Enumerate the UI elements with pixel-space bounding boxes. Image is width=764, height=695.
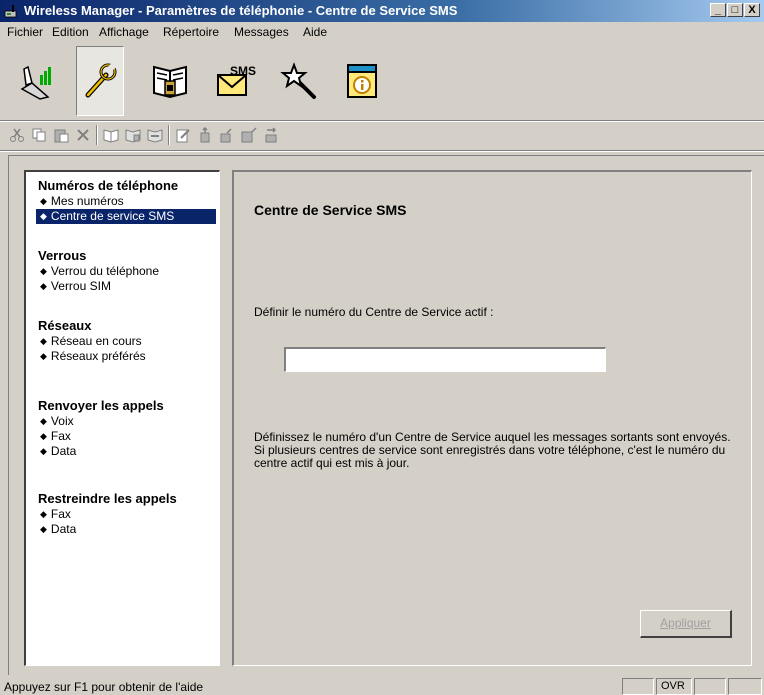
- magic-wand-icon: [280, 62, 316, 99]
- sim-upload-button[interactable]: [194, 124, 216, 146]
- bullet-icon: ◆: [40, 509, 47, 519]
- nav-item-renvoi-fax[interactable]: ◆ Fax: [38, 429, 164, 444]
- bullet-icon: ◆: [40, 416, 47, 426]
- paste-button[interactable]: [50, 124, 72, 146]
- phone-connect-button[interactable]: [14, 46, 62, 116]
- apply-button[interactable]: Appliquer: [640, 610, 732, 638]
- sim-download-button[interactable]: [216, 124, 238, 146]
- phonebook-icon: [153, 65, 187, 99]
- cut-icon: [10, 128, 24, 142]
- menu-fichier[interactable]: Fichier: [7, 25, 43, 39]
- maximize-button[interactable]: □: [727, 3, 743, 17]
- bullet-icon: ◆: [40, 336, 47, 346]
- bullet-icon: ◆: [40, 211, 47, 221]
- sms-center-number-input[interactable]: [284, 347, 606, 372]
- nav-item-renvoi-voix[interactable]: ◆ Voix: [38, 414, 164, 429]
- status-pane-blank: [622, 678, 654, 695]
- copy-button[interactable]: [28, 124, 50, 146]
- menu-aide[interactable]: Aide: [303, 25, 327, 39]
- delete-icon: [77, 129, 89, 141]
- edit-toolbar: [0, 122, 764, 148]
- nav-item-reseau-en-cours[interactable]: ◆ Réseau en cours: [38, 334, 146, 349]
- nav-item-mes-numeros[interactable]: ◆ Mes numéros: [38, 194, 216, 209]
- book-open-icon: [103, 129, 119, 143]
- menu-repertoire[interactable]: Répertoire: [163, 25, 219, 39]
- copy-icon: [32, 128, 46, 142]
- nav-section-verrous: Verrous ◆ Verrou du téléphone ◆ Verrou SIM: [38, 248, 159, 294]
- phonebook-copy-icon: [125, 129, 141, 143]
- phonebook-send-button[interactable]: [144, 124, 166, 146]
- bullet-icon: ◆: [40, 431, 47, 441]
- sms-envelope-icon: SMS: [217, 64, 256, 96]
- wireless-manager-app-icon[interactable]: [3, 3, 19, 19]
- nav-section-title: Restreindre les appels: [38, 491, 177, 506]
- nav-section-renvoyer: Renvoyer les appels ◆ Voix ◆ Fax ◆ Data: [38, 398, 164, 459]
- menu-affichage[interactable]: Affichage: [99, 25, 149, 39]
- nav-item-verrou-telephone[interactable]: ◆ Verrou du téléphone: [38, 264, 159, 279]
- nav-item-centre-service-sms[interactable]: ◆ Centre de service SMS: [36, 209, 216, 224]
- window-title: Wireless Manager - Paramètres de télépho…: [24, 3, 458, 18]
- nav-section-title: Numéros de téléphone: [38, 178, 179, 193]
- status-pane-blank: [728, 678, 762, 695]
- menu-bar: Fichier Edition Affichage Répertoire Mes…: [0, 22, 764, 42]
- nav-section-restreindre: Restreindre les appels ◆ Fax ◆ Data: [38, 491, 177, 537]
- phone-download-icon: [265, 127, 277, 143]
- sms-button[interactable]: SMS: [214, 46, 262, 116]
- sms-center-help-text: Définissez le numéro d'un Centre de Serv…: [254, 430, 731, 470]
- minimize-button[interactable]: _: [710, 3, 726, 17]
- status-pane-ovr: OVR: [656, 678, 692, 695]
- status-pane-blank: [694, 678, 726, 695]
- cut-button[interactable]: [6, 124, 28, 146]
- bullet-icon: ◆: [40, 281, 47, 291]
- main-toolbar: SMS: [0, 46, 764, 118]
- edit-icon: [176, 129, 190, 143]
- nav-section-title: Renvoyer les appels: [38, 398, 164, 413]
- sms-icon-label: SMS: [230, 64, 256, 78]
- phone-upload-button[interactable]: [238, 124, 260, 146]
- bullet-icon: ◆: [40, 524, 47, 534]
- nav-section-reseaux: Réseaux ◆ Réseau en cours ◆ Réseaux préfér…: [38, 318, 146, 364]
- bullet-icon: ◆: [40, 446, 47, 456]
- menu-edition[interactable]: Edition: [52, 25, 89, 39]
- phone-connect-icon: [20, 65, 51, 100]
- open-book-button[interactable]: [100, 124, 122, 146]
- nav-section-title: Verrous: [38, 248, 87, 263]
- nav-section-numeros: Numéros de téléphone ◆ Mes numéros ◆ Centr…: [36, 178, 216, 224]
- sim-upload-icon: [200, 127, 210, 143]
- phone-download-button[interactable]: [260, 124, 282, 146]
- bullet-icon: ◆: [40, 196, 47, 206]
- sim-download-icon: [220, 128, 232, 143]
- settings-button[interactable]: [76, 46, 124, 116]
- info-panel-icon: [347, 64, 377, 98]
- nav-item-restriction-fax[interactable]: ◆ Fax: [38, 507, 177, 522]
- nav-item-reseaux-preferes[interactable]: ◆ Réseaux préférés: [38, 349, 146, 364]
- wrench-settings-icon: [85, 62, 117, 98]
- phone-upload-icon: [241, 127, 257, 143]
- phonebook-button[interactable]: [146, 46, 194, 116]
- page-title: Centre de Service SMS: [254, 202, 407, 218]
- edit-button[interactable]: [172, 124, 194, 146]
- nav-section-title: Réseaux: [38, 318, 92, 333]
- status-help-text: Appuyez sur F1 pour obtenir de l'aide: [4, 680, 204, 694]
- settings-detail-panel: Centre de Service SMS Définir le numéro …: [232, 170, 752, 666]
- phonebook-copy-button[interactable]: [122, 124, 144, 146]
- settings-nav-panel: Numéros de téléphone ◆ Mes numéros ◆ Centr…: [24, 170, 220, 666]
- nav-item-restriction-data[interactable]: ◆ Data: [38, 522, 177, 537]
- sms-center-field-label: Définir le numéro du Centre de Service a…: [254, 305, 494, 319]
- phonebook-send-icon: [147, 129, 163, 143]
- menu-messages[interactable]: Messages: [234, 25, 289, 39]
- wizard-button[interactable]: [276, 46, 324, 116]
- title-bar[interactable]: Wireless Manager - Paramètres de télépho…: [0, 0, 764, 22]
- nav-item-renvoi-data[interactable]: ◆ Data: [38, 444, 164, 459]
- info-button[interactable]: [338, 46, 386, 116]
- bullet-icon: ◆: [40, 351, 47, 361]
- paste-icon: [54, 129, 69, 143]
- delete-button[interactable]: [72, 124, 94, 146]
- nav-item-verrou-sim[interactable]: ◆ Verrou SIM: [38, 279, 159, 294]
- close-button[interactable]: X: [744, 3, 760, 17]
- status-bar: Appuyez sur F1 pour obtenir de l'aide OV…: [0, 677, 764, 695]
- bullet-icon: ◆: [40, 266, 47, 276]
